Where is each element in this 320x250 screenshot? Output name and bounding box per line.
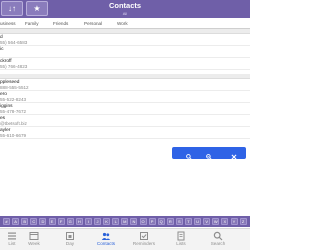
list-item[interactable]: iggins 55-478-7672 [0, 103, 250, 115]
reminders-icon [140, 232, 148, 240]
list-item[interactable]: ayler 55-610-6679 [0, 127, 250, 139]
header-bar: ↓↑ ★ Contacts All [0, 0, 250, 18]
toolbar-contacts-button[interactable]: Contacts [94, 231, 118, 247]
alphabet-letter[interactable]: J [94, 218, 101, 225]
title-area: Contacts All [0, 0, 250, 16]
zoom-icon [206, 154, 212, 160]
list-item[interactable]: ckroff 55) 766-4823 [0, 58, 250, 70]
alphabet-letter[interactable]: P [148, 218, 156, 225]
list-icon [8, 232, 16, 240]
list-item[interactable]: d 55) 564-6583 [0, 34, 250, 46]
list-item[interactable]: es @tbetsoft.biz [0, 115, 250, 127]
contact-detail: 55) 564-6583 [0, 40, 28, 45]
contacts-icon [101, 232, 111, 240]
alphabet-letter[interactable]: F [57, 218, 65, 225]
search-icon [213, 231, 223, 241]
contact-detail: 55) 766-4823 [0, 64, 28, 69]
alphabet-letter[interactable]: H [75, 218, 83, 225]
alphabet-letter[interactable]: M [121, 218, 129, 225]
alphabet-letter[interactable]: Q [157, 218, 165, 225]
alphabet-letter[interactable]: L [112, 218, 120, 225]
close-icon [231, 154, 237, 160]
contact-detail: 888-555-5512 [0, 85, 29, 90]
toolbar-label: Day [65, 241, 75, 246]
toolbar-lists-button[interactable]: Lists [169, 231, 193, 247]
close-button[interactable] [225, 147, 243, 160]
toolbar-search-button[interactable]: Search [206, 231, 230, 247]
toolbar-label: Search [210, 241, 226, 246]
tab-friends[interactable]: Friends [53, 18, 68, 29]
toolbar-label: Reminders [132, 241, 156, 246]
tab-family[interactable]: Family [25, 18, 39, 29]
toolbar-label: List [8, 241, 16, 246]
contact-detail: 55-478-7672 [0, 109, 27, 114]
toolbar-label: Contacts [96, 241, 116, 246]
alphabet-letter[interactable]: Y [230, 218, 238, 225]
bottom-toolbar: List Week Day Contacts Reminders Lists S… [0, 228, 250, 250]
floating-toolbar [172, 147, 246, 160]
contact-detail: 55-522-8243 [0, 97, 27, 102]
alphabet-letter[interactable]: G [66, 218, 74, 225]
alphabet-letter[interactable]: T [185, 218, 192, 225]
search-icon [186, 154, 192, 160]
alphabet-letter[interactable]: O [139, 218, 147, 225]
tab-work[interactable]: Work [117, 18, 128, 29]
alphabet-letter[interactable]: Z [239, 218, 247, 225]
toolbar-label: Lists [176, 241, 186, 246]
alphabet-letter[interactable]: S [175, 218, 183, 225]
filter-tabs: usiness Family Friends Personal Work [0, 18, 250, 29]
contact-name: ic [0, 47, 4, 52]
tab-business[interactable]: usiness [0, 18, 16, 29]
alphabet-letter[interactable]: B [21, 218, 29, 225]
alphabet-letter[interactable]: D [39, 218, 47, 225]
alphabet-letter[interactable]: E [48, 218, 56, 225]
list-item[interactable]: ppleseed 888-555-5512 [0, 79, 250, 91]
toolbar-week-button[interactable]: Week [22, 231, 46, 247]
alphabet-letter[interactable]: U [194, 218, 202, 225]
toolbar-day-button[interactable]: Day [58, 231, 82, 247]
alphabet-letter[interactable]: K [103, 218, 111, 225]
alphabet-letter[interactable]: X [221, 218, 229, 225]
toolbar-reminders-button[interactable]: Reminders [132, 231, 156, 247]
list-item[interactable]: ic [0, 46, 250, 58]
alphabet-letter[interactable]: W [212, 218, 220, 225]
week-icon [29, 232, 39, 240]
day-icon [66, 232, 74, 240]
alphabet-letter[interactable]: C [30, 218, 38, 225]
page-subtitle: All [122, 11, 128, 16]
list-item[interactable]: ero 55-522-8243 [0, 91, 250, 103]
toolbar-list-button[interactable]: List [0, 231, 24, 247]
alphabet-letter[interactable]: A [12, 218, 20, 225]
contact-list: d 55) 564-6583 ic ckroff 55) 766-4823 pp… [0, 29, 250, 205]
alphabet-letter[interactable]: R [166, 218, 174, 225]
toolbar-label: Week [28, 241, 40, 246]
alphabet-letter[interactable]: I [84, 218, 92, 225]
zoom-button[interactable] [200, 147, 218, 160]
alphabet-letter[interactable]: # [3, 218, 10, 225]
alphabet-index: # A B C D E F G H I J K L M N O P Q R S T U V W X Y Z [0, 216, 250, 227]
alphabet-letter[interactable]: V [203, 218, 211, 225]
search-button[interactable] [180, 147, 198, 160]
contact-detail: @tbetsoft.biz [0, 121, 27, 126]
contact-detail: 55-610-6679 [0, 133, 27, 138]
alphabet-letter[interactable]: N [130, 218, 138, 225]
tab-personal[interactable]: Personal [84, 18, 102, 29]
lists-icon [177, 231, 185, 241]
